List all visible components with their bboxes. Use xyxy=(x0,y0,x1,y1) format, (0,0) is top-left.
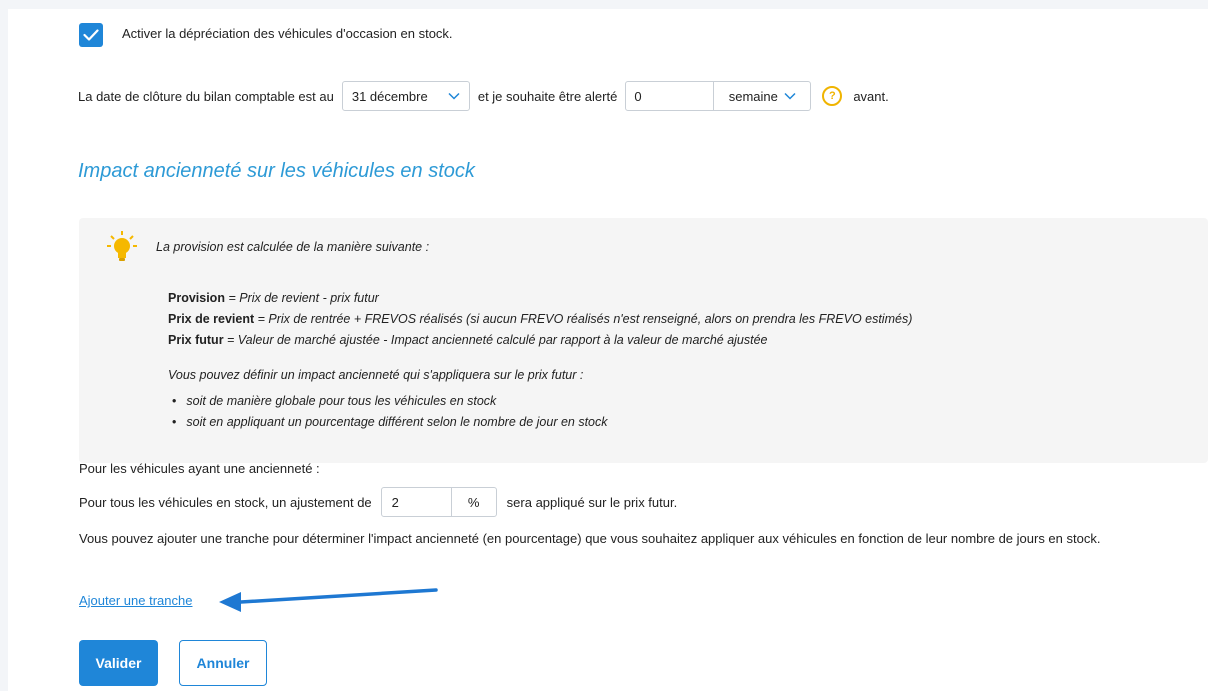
bullet-per-days: soit en appliquant un pourcentage différ… xyxy=(168,412,607,433)
depreciation-label: Activer la dépréciation des véhicules d'… xyxy=(122,26,453,41)
chevron-down-icon xyxy=(448,92,460,100)
formula-provision: Provision = Prix de revient - prix futur xyxy=(168,288,912,309)
adjustment-row: Pour tous les véhicules en stock, un aju… xyxy=(79,487,677,517)
formula-future: Prix futur = Valeur de marché ajustée - … xyxy=(168,330,912,351)
settings-panel: Activer la dépréciation des véhicules d'… xyxy=(8,9,1208,691)
tranche-text: Vous pouvez ajouter une tranche pour dét… xyxy=(79,531,1101,546)
info-bullets: soit de manière globale pour tous les vé… xyxy=(168,391,608,433)
info-can-define: Vous pouvez définir un impact ancienneté… xyxy=(168,368,584,382)
alert-value-input[interactable]: 0 xyxy=(626,82,715,110)
adjustment-text-after: sera appliqué sur le prix futur. xyxy=(506,494,678,510)
annotation-arrow xyxy=(219,588,438,612)
closing-date-select[interactable]: 31 décembre xyxy=(341,81,470,111)
alert-delay-combo: 0 semaine xyxy=(625,81,812,111)
adjustment-unit: % xyxy=(467,494,480,510)
lightbulb-icon xyxy=(107,231,137,261)
formula-cost: Prix de revient = Prix de rentrée + FREV… xyxy=(168,309,912,330)
adjustment-input[interactable]: 2 xyxy=(382,488,452,516)
formula-provision-text: = Prix de revient - prix futur xyxy=(224,291,379,305)
formula-future-label: Prix futur xyxy=(168,333,224,347)
formula-provision-label: Provision xyxy=(168,291,225,305)
formula-list: Provision = Prix de revient - prix futur… xyxy=(168,288,912,351)
formula-cost-label: Prix de revient xyxy=(168,312,255,326)
info-intro: La provision est calculée de la manière … xyxy=(156,240,430,254)
formula-future-text: = Valeur de marché ajustée - Impact anci… xyxy=(223,333,768,347)
info-box: La provision est calculée de la manière … xyxy=(79,218,1208,463)
adjustment-text-before: Pour tous les véhicules en stock, un aju… xyxy=(79,494,372,510)
alert-unit-value: semaine xyxy=(728,88,778,104)
closing-text-after: avant. xyxy=(853,88,889,104)
formula-cost-text: = Prix de rentrée + FREVOS réalisés (si … xyxy=(254,312,913,326)
help-circle-icon[interactable]: ? xyxy=(822,86,843,106)
validate-button[interactable]: Valider xyxy=(79,640,158,686)
add-tranche-link[interactable]: Ajouter une tranche xyxy=(79,593,192,608)
alert-unit-select[interactable]: semaine xyxy=(714,89,810,104)
closing-text-middle: et je souhaite être alerté xyxy=(477,88,618,104)
depreciation-checkbox[interactable] xyxy=(79,23,103,47)
bullet-global: soit de manière globale pour tous les vé… xyxy=(168,391,608,412)
closing-date-value: 31 décembre xyxy=(351,88,428,104)
seniority-intro: Pour les véhicules ayant une ancienneté … xyxy=(79,461,320,476)
closing-date-row: La date de clôture du bilan comptable es… xyxy=(78,81,889,111)
check-icon xyxy=(83,29,99,41)
closing-text-before: La date de clôture du bilan comptable es… xyxy=(78,88,334,104)
section-title: Impact ancienneté sur les véhicules en s… xyxy=(78,160,475,182)
cancel-button[interactable]: Annuler xyxy=(179,640,267,686)
adjustment-combo: 2 % xyxy=(380,487,497,517)
chevron-down-icon xyxy=(784,92,796,100)
